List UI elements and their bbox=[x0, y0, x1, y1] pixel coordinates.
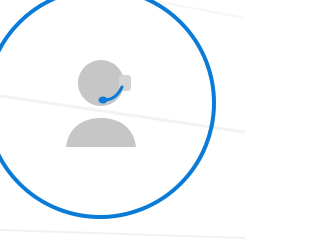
support-avatar-card bbox=[0, 0, 245, 248]
support-agent-headset-icon bbox=[66, 60, 136, 147]
